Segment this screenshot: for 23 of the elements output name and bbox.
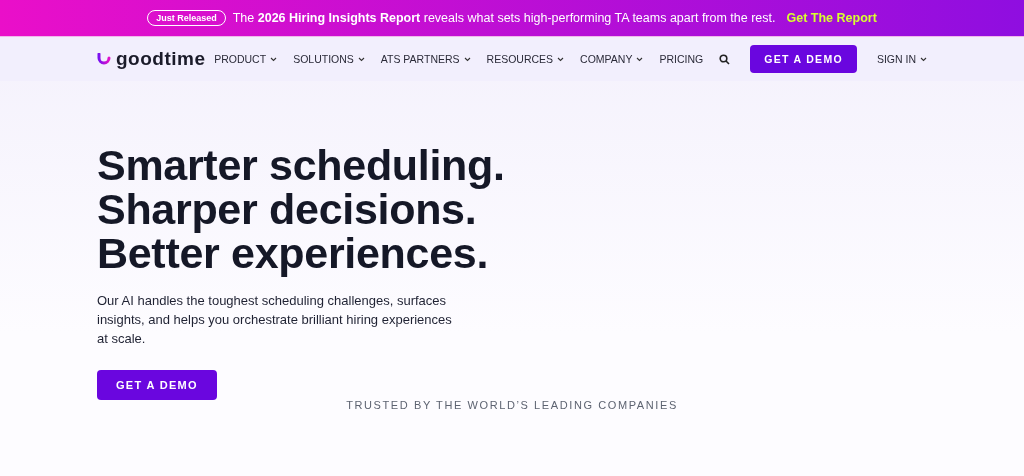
chevron-down-icon	[357, 56, 365, 62]
logo-icon	[97, 53, 111, 65]
hero-headline: Smarter scheduling.	[97, 143, 505, 187]
nav-link[interactable]: SOLUTIONS	[293, 53, 365, 65]
chevron-down-icon	[636, 56, 644, 62]
chevron-down-icon	[557, 56, 565, 62]
trusted-heading: TRUSTED BY THE WORLD’S LEADING COMPANIES	[346, 399, 678, 411]
nav-link[interactable]: ATS PARTNERS	[380, 53, 471, 65]
chevron-down-icon	[463, 56, 471, 62]
announcement-text: The 2026 Hiring Insights Report reveals what sets high-performing TA teams apart from the rest.	[232, 11, 776, 25]
sign-in-link[interactable]: SIGN IN	[876, 53, 927, 65]
nav-link[interactable]: RESOURCES	[486, 53, 565, 65]
nav-link[interactable]: COMPANY	[580, 53, 644, 65]
nav-link[interactable]: PRICING	[659, 53, 704, 65]
hero-description: Our AI handles the toughest scheduling challenges, surfaces insights, and helps you orchestrate brilliant hiring experiences at scale.	[97, 292, 453, 348]
search-icon[interactable]	[719, 53, 731, 65]
nav-link[interactable]: PRODUCT	[214, 53, 278, 65]
demo-button[interactable]: GET A DEMO	[97, 370, 217, 400]
demo-button[interactable]: GET A DEMO	[750, 45, 857, 73]
chevron-down-icon	[920, 56, 927, 62]
logo-wordmark[interactable]: goodtime	[116, 48, 206, 70]
report-link[interactable]: Get The Report	[786, 11, 877, 25]
chevron-down-icon	[270, 56, 278, 62]
